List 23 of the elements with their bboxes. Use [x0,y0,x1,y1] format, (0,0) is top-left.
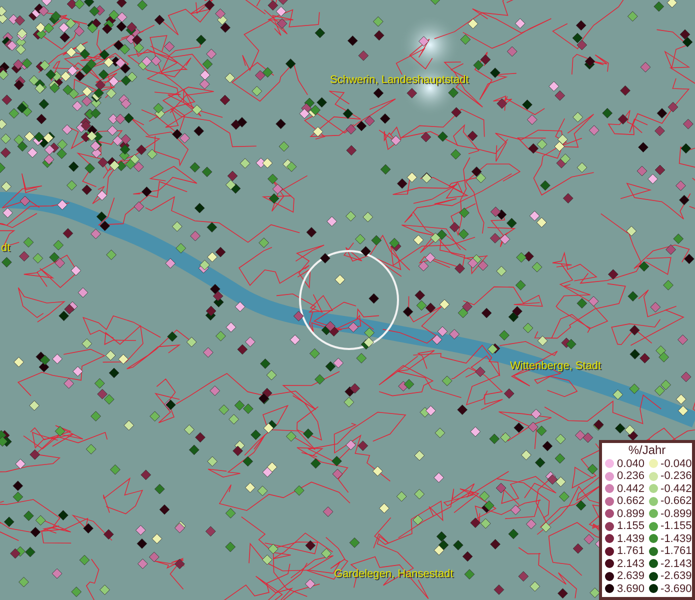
legend-label: 0.040 [617,458,645,470]
legend-title: %/Jahr [627,442,667,458]
legend-label: -0.236 [660,470,692,482]
legend-label: -1.155 [660,520,692,532]
legend-label: -0.442 [660,482,692,495]
legend-label: 0.442 [617,482,645,495]
legend-label: -0.899 [660,508,692,520]
legend-label: 1.439 [617,532,645,545]
legend-label: -3.690 [660,582,692,595]
legend-label: 2.143 [617,558,645,570]
legend-label: 1.155 [617,520,645,532]
legend-label: 1.761 [617,545,645,558]
legend-label: 0.236 [617,470,645,482]
legend-label: 0.662 [617,495,645,508]
legend-label: -1.761 [660,545,692,558]
legend-label: -2.143 [660,558,692,570]
legend-label: 3.690 [617,582,645,595]
legend-label: 2.639 [617,570,645,582]
legend-label: -0.040 [660,458,692,470]
legend-label: -0.662 [660,495,692,508]
legend-label: -2.639 [660,570,692,582]
legend-label: 0.899 [617,508,645,520]
legend-label: -1.439 [660,532,692,545]
